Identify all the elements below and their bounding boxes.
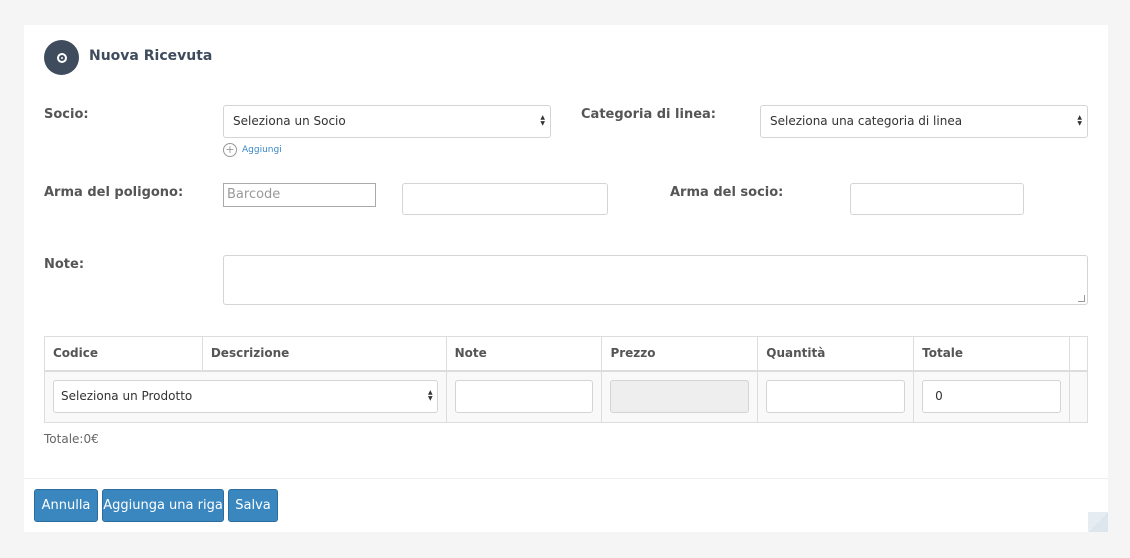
prezzo-cell — [601, 370, 759, 423]
page-title: Nuova Ricevuta — [89, 48, 213, 64]
row-totale-input[interactable]: 0 — [922, 380, 1061, 414]
cancel-button[interactable]: Annulla — [34, 489, 98, 522]
categoria-label: Categoria di linea: — [581, 107, 716, 122]
product-select[interactable]: Seleziona un Prodotto — [53, 380, 438, 414]
save-button[interactable]: Salva — [228, 489, 278, 522]
totale-cell: 0 — [913, 370, 1070, 423]
note-cell — [445, 370, 603, 423]
barcode-input[interactable]: Barcode — [223, 183, 376, 207]
receipt-panel: Nuova Ricevuta Socio: Seleziona un Socio… — [24, 25, 1108, 478]
quantita-cell — [757, 370, 915, 423]
product-cell: Seleziona un Prodotto — [44, 370, 447, 423]
actions-cell — [1068, 370, 1089, 423]
socio-label: Socio: — [44, 107, 89, 122]
note-label: Note: — [44, 257, 85, 272]
products-table: Codice Descrizione Note Prezzo Quantità … — [44, 336, 1089, 423]
col-codice: Codice — [44, 336, 203, 372]
add-socio-label[interactable]: Aggiungi — [242, 145, 282, 155]
add-socio-link[interactable]: + Aggiungi — [223, 143, 282, 157]
add-row-button[interactable]: Aggiunga una riga — [102, 489, 224, 522]
col-totale: Totale — [913, 336, 1070, 372]
row-note-input[interactable] — [454, 380, 594, 414]
col-descrizione: Descrizione — [201, 336, 447, 372]
total-summary: Totale:0€ — [44, 432, 99, 446]
categoria-select[interactable]: Seleziona una categoria di linea — [760, 105, 1088, 138]
arma-poligono-input[interactable] — [402, 183, 608, 215]
col-note: Note — [445, 336, 603, 372]
page-corner-fold — [1088, 512, 1108, 532]
table-row: Seleziona un Prodotto 0 — [44, 370, 1089, 423]
circle-dot-icon — [44, 40, 79, 75]
arma-poligono-label: Arma del poligono: — [44, 185, 184, 200]
note-textarea[interactable] — [223, 255, 1088, 305]
col-prezzo: Prezzo — [601, 336, 759, 372]
socio-select[interactable]: Seleziona un Socio — [223, 105, 551, 138]
row-prezzo-input — [610, 380, 750, 414]
col-quantita: Quantità — [757, 336, 915, 372]
arma-socio-input[interactable] — [850, 183, 1024, 215]
plus-circle-icon: + — [223, 143, 237, 157]
col-actions — [1068, 336, 1089, 372]
row-quantita-input[interactable] — [766, 380, 906, 414]
arma-socio-label: Arma del socio: — [670, 185, 784, 200]
